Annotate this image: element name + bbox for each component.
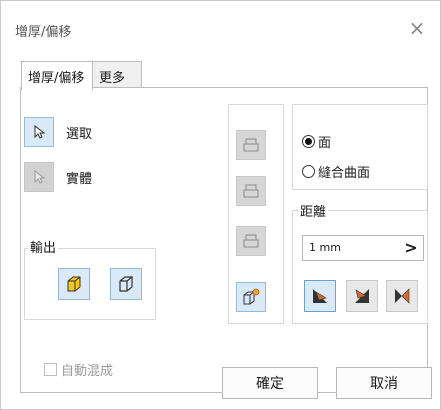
auto-blend-row[interactable]: 自動混成 [44,360,113,379]
faces-option-button[interactable] [236,130,266,160]
face-radio[interactable] [302,135,315,148]
direction-symmetric-button[interactable] [386,280,418,312]
stack-faces-icon [243,234,259,248]
distance-input[interactable]: 1 mm > [302,235,424,261]
tab-thicken-offset[interactable]: 增厚/偏移 [21,61,93,90]
distance-title: 距離 [298,201,329,220]
quilt-label: 縫合曲面 [318,166,371,181]
surface-box-icon [119,276,133,292]
faces-option-button-2[interactable] [236,176,266,206]
box-gear-icon [243,288,260,305]
select-button[interactable] [24,117,54,147]
direction-flip-icon [355,289,369,303]
direction-symmetric-icon [395,288,410,304]
cursor-arrow-icon [34,170,46,184]
ok-button[interactable]: 確定 [222,367,318,399]
output-surface-button[interactable] [110,268,142,300]
select-row: 選取 [24,117,92,147]
auto-blend-label: 自動混成 [61,364,114,379]
solid-options-button[interactable] [236,282,266,312]
direction-1-button[interactable] [304,280,336,312]
face-radio-row[interactable]: 面 [302,132,331,151]
direction-2-button[interactable] [346,280,378,312]
quilt-radio-row[interactable]: 縫合曲面 [302,162,370,181]
output-solid-button[interactable] [58,268,90,300]
select-label: 選取 [66,126,93,142]
stack-faces-icon [243,184,259,198]
cursor-arrow-icon [34,125,46,139]
distance-value: 1 mm [309,241,341,254]
stack-faces-icon [243,138,259,152]
close-icon[interactable]: × [408,18,426,38]
solid-row: 實體 [24,162,92,192]
solid-label: 實體 [66,171,93,187]
direction-default-icon [313,289,327,303]
output-title: 輸出 [28,237,59,256]
dialog-title: 增厚/偏移 [15,25,72,40]
solid-select-button[interactable] [24,162,54,192]
solid-box-icon [67,276,81,292]
faces-option-button-3[interactable] [236,226,266,256]
quilt-radio[interactable] [302,165,315,178]
auto-blend-checkbox[interactable] [44,363,57,376]
face-label: 面 [318,136,332,151]
tab-more[interactable]: 更多 [92,61,142,89]
chevron-right-icon[interactable]: > [403,239,419,257]
cancel-button[interactable]: 取消 [336,367,432,399]
